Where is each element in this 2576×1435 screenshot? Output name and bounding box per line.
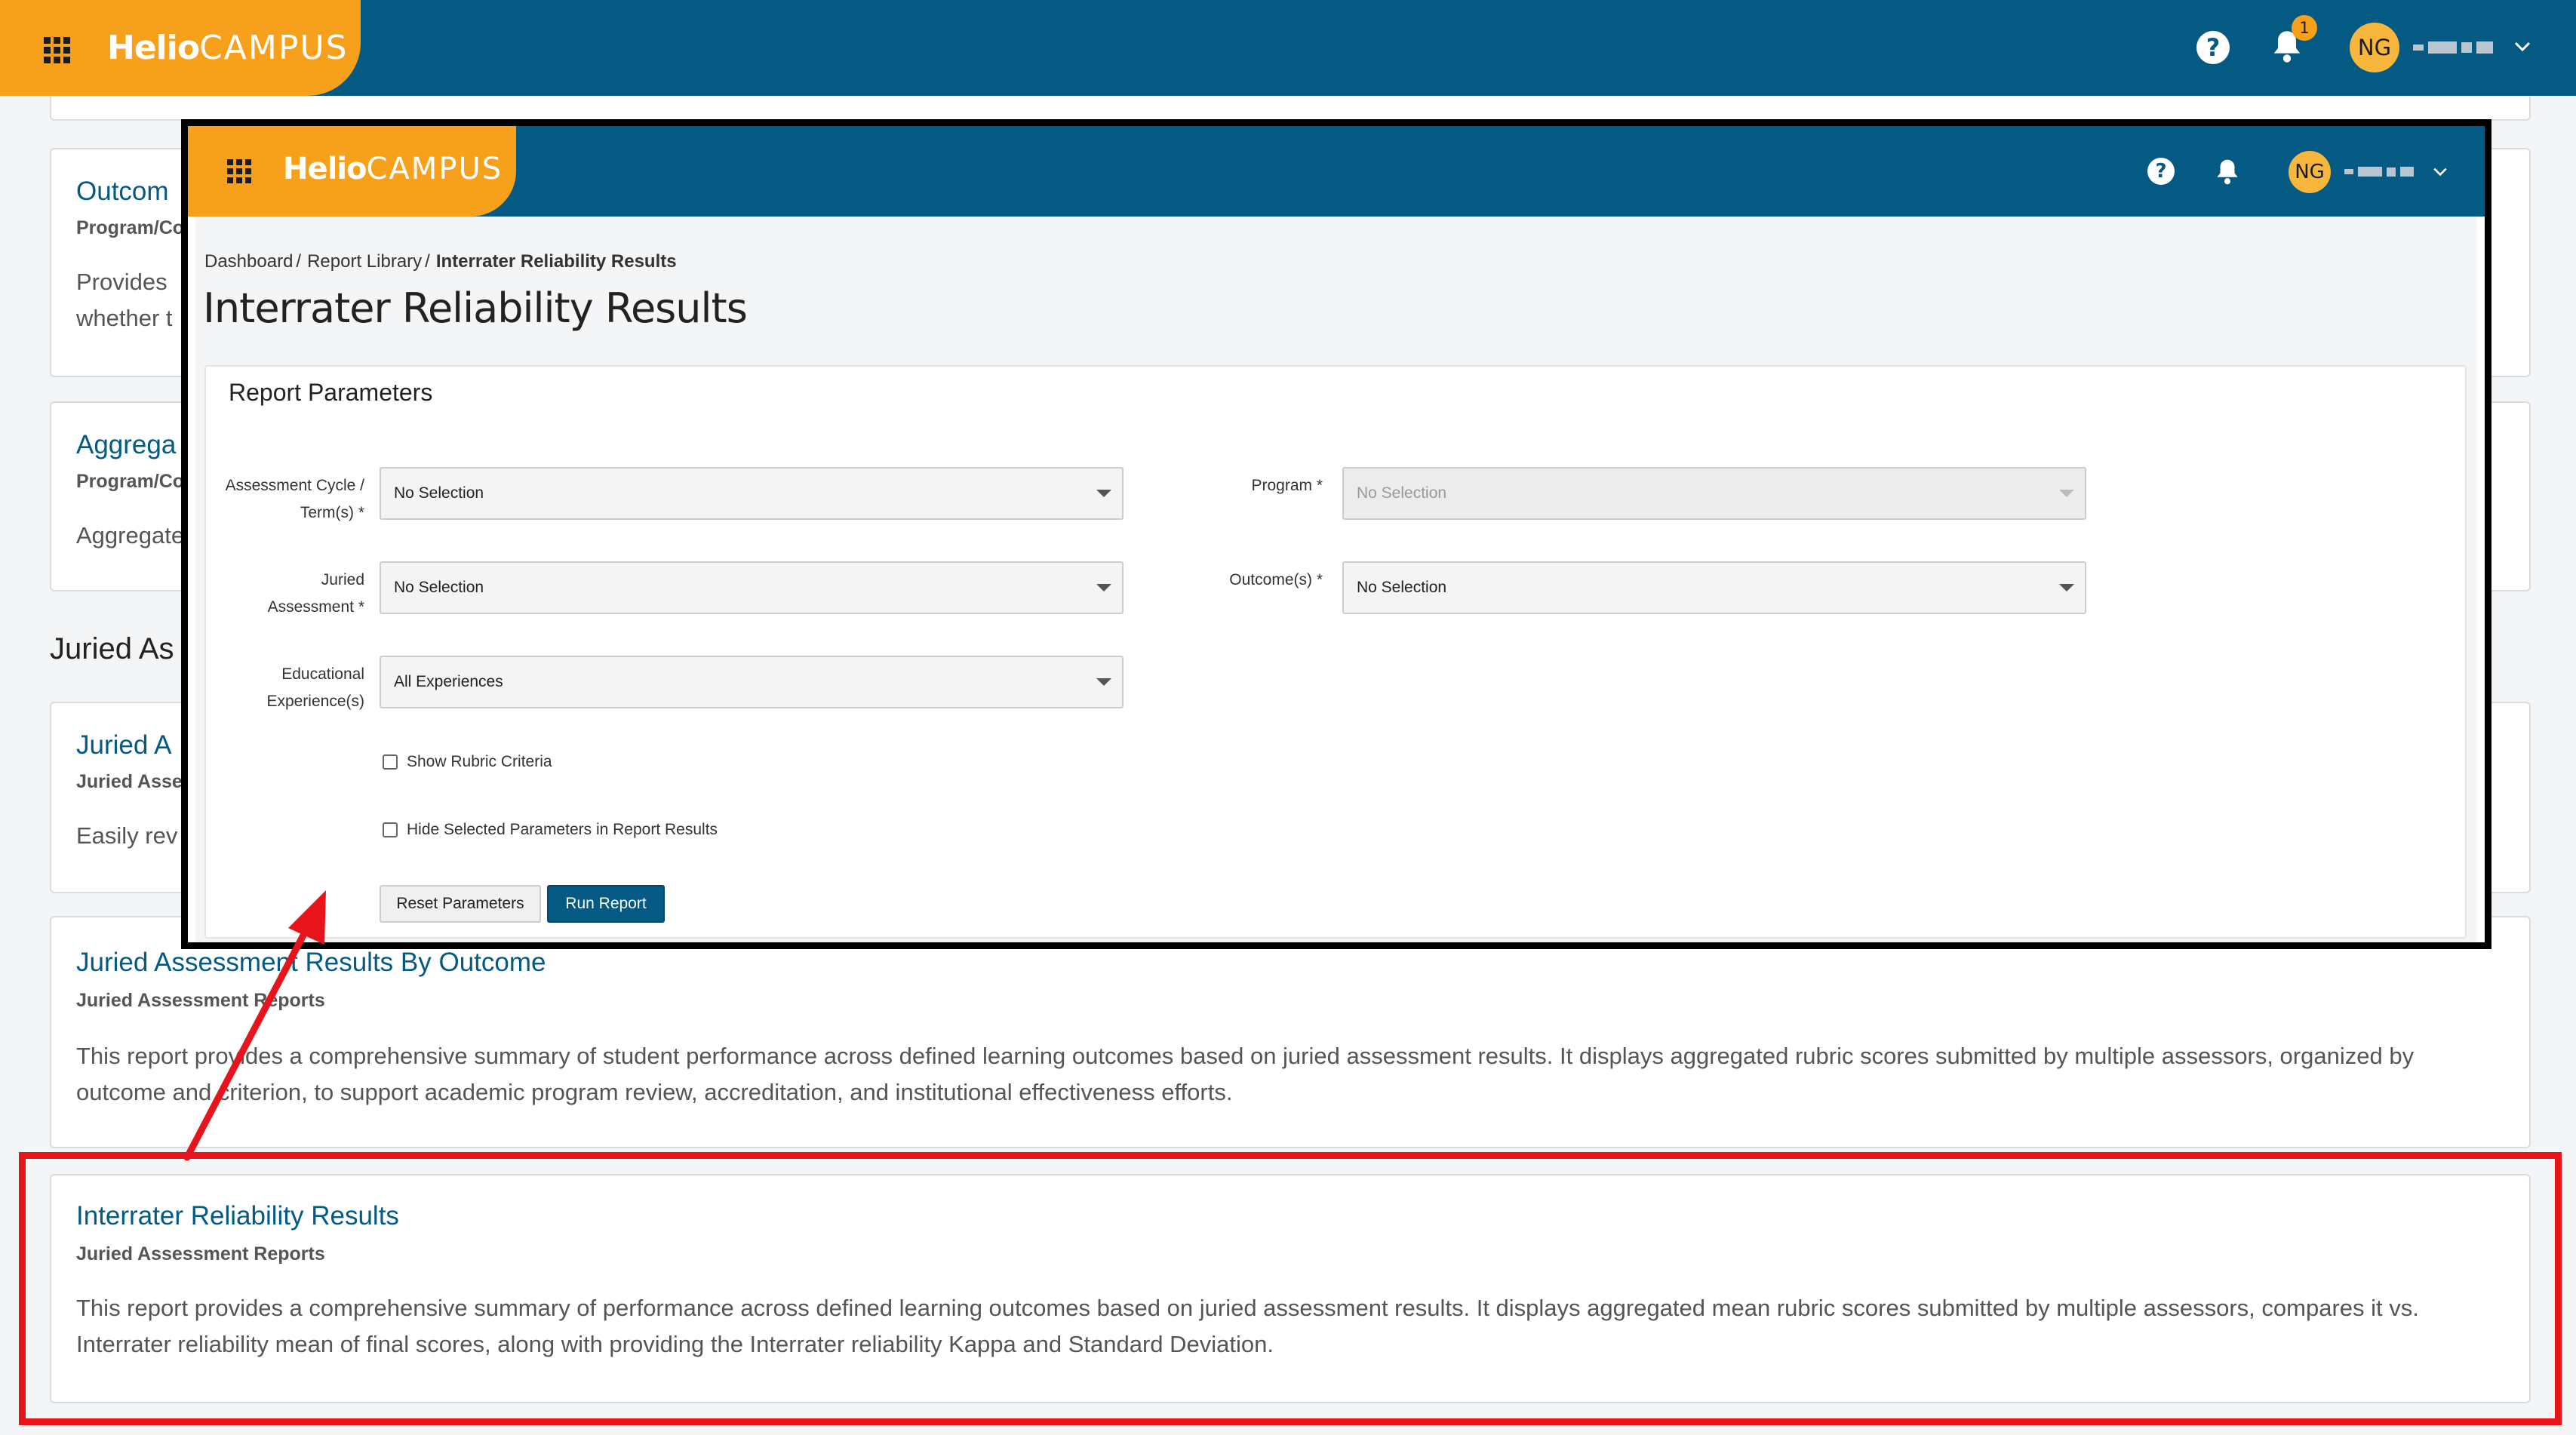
show-rubric-criteria-checkbox[interactable]: Show Rubric Criteria xyxy=(383,753,552,771)
report-card-title[interactable]: Aggrega xyxy=(76,430,176,460)
logo-text-campus: CAMPUS xyxy=(199,29,349,67)
juried-assessment-label: Juried Assessment * xyxy=(206,567,364,621)
chevron-down-icon[interactable] xyxy=(2514,41,2531,52)
report-card-description: This report provides a comprehensive sum… xyxy=(76,1043,2415,1105)
report-card-category: Juried Asse xyxy=(76,771,183,792)
label-line: Program * xyxy=(1251,477,1323,494)
user-avatar[interactable]: NG xyxy=(2289,151,2331,193)
breadcrumb: Dashboard / Report Library / Interrater Reli… xyxy=(204,251,677,272)
brand-area: HelioCAMPUS xyxy=(0,0,361,96)
program-select[interactable]: No Selection xyxy=(1342,467,2086,520)
report-card-title[interactable]: Outcom xyxy=(76,177,169,207)
hide-selected-parameters-checkbox[interactable]: Hide Selected Parameters in Report Resul… xyxy=(383,821,718,839)
inset-top-navigation-bar: HelioCAMPUS ? NG xyxy=(188,126,2485,217)
user-avatar[interactable]: NG xyxy=(2350,23,2399,72)
select-value: No Selection xyxy=(394,484,484,502)
label-line: Term(s) * xyxy=(300,504,364,521)
logo-text-helio: Helio xyxy=(283,152,367,186)
panel-title: Report Parameters xyxy=(229,379,433,406)
label-line: Assessment * xyxy=(267,598,364,616)
assessment-cycle-label: Assessment Cycle / Term(s) * xyxy=(206,472,364,527)
report-card-outcome-partial[interactable] xyxy=(50,97,2531,121)
logo-text-campus: CAMPUS xyxy=(366,152,503,186)
label-line: Juried xyxy=(321,571,364,588)
helio-campus-logo[interactable]: HelioCAMPUS xyxy=(283,152,503,186)
apps-grid-icon[interactable] xyxy=(44,37,70,63)
report-parameters-panel: Report Parameters Assessment Cycle / Ter… xyxy=(204,365,2467,939)
select-value: No Selection xyxy=(1357,484,1447,502)
checkbox-box[interactable] xyxy=(383,822,398,837)
chevron-down-icon[interactable] xyxy=(2433,167,2448,177)
report-card-category: Program/Co xyxy=(76,471,185,492)
help-icon[interactable]: ? xyxy=(2147,158,2175,185)
educational-experience-label: Educational Experience(s) xyxy=(206,661,364,715)
report-card-category: Juried Assessment Reports xyxy=(76,990,325,1011)
breadcrumb-separator: / xyxy=(425,251,430,272)
helio-campus-logo[interactable]: HelioCAMPUS xyxy=(107,29,349,67)
dropdown-caret-icon xyxy=(1096,678,1111,686)
juried-assessment-select[interactable]: No Selection xyxy=(380,561,1124,614)
dropdown-caret-icon xyxy=(1096,490,1111,497)
report-card-title[interactable]: Juried A xyxy=(76,730,171,761)
apps-grid-icon[interactable] xyxy=(227,159,251,183)
section-heading-juried: Juried As xyxy=(50,632,174,665)
breadcrumb-current: Interrater Reliability Results xyxy=(435,251,677,272)
breadcrumb-report-library[interactable]: Report Library xyxy=(307,251,422,272)
top-navigation-bar: HelioCAMPUS ? 1 NG xyxy=(0,0,2576,96)
checkbox-label: Show Rubric Criteria xyxy=(407,753,552,770)
select-value: No Selection xyxy=(1357,579,1447,596)
label-line: Assessment Cycle / xyxy=(225,477,364,494)
program-label: Program * xyxy=(1187,472,1323,499)
select-value: All Experiences xyxy=(394,673,503,690)
dropdown-caret-icon xyxy=(2059,490,2074,497)
logo-text-helio: Helio xyxy=(107,29,200,67)
highlight-box xyxy=(19,1152,2562,1425)
label-line: Outcome(s) * xyxy=(1229,571,1323,588)
bell-icon[interactable] xyxy=(2215,158,2240,186)
inset-report-parameters-view: HelioCAMPUS ? NG Dashboard / Report Librar… xyxy=(181,119,2491,949)
run-report-button[interactable]: Run Report xyxy=(547,885,665,923)
label-line: Educational xyxy=(281,665,364,683)
report-card-results-by-outcome[interactable]: Juried Assessment Results By Outcome Jur… xyxy=(50,916,2531,1148)
dropdown-caret-icon xyxy=(1096,584,1111,592)
label-line: Experience(s) xyxy=(266,693,364,710)
checkbox-box[interactable] xyxy=(383,754,398,770)
breadcrumb-separator: / xyxy=(296,251,302,272)
redacted-user-name xyxy=(2344,167,2414,177)
report-card-category: Program/Co xyxy=(76,217,185,238)
dropdown-caret-icon xyxy=(2059,584,2074,592)
breadcrumb-dashboard[interactable]: Dashboard xyxy=(204,251,293,272)
select-value: No Selection xyxy=(394,579,484,596)
inset-page-body: Dashboard / Report Library / Interrater Reli… xyxy=(195,217,2477,942)
page-title: Interrater Reliability Results xyxy=(203,284,748,332)
redacted-user-name xyxy=(2413,41,2493,54)
outcomes-select[interactable]: No Selection xyxy=(1342,561,2086,614)
inset-brand-area: HelioCAMPUS xyxy=(188,126,516,217)
outcomes-label: Outcome(s) * xyxy=(1187,567,1323,594)
help-icon[interactable]: ? xyxy=(2196,31,2230,64)
checkbox-label: Hide Selected Parameters in Report Resul… xyxy=(407,821,718,838)
notification-badge: 1 xyxy=(2292,15,2317,41)
assessment-cycle-select[interactable]: No Selection xyxy=(380,467,1124,520)
report-card-title[interactable]: Juried Assessment Results By Outcome xyxy=(76,948,546,978)
reset-parameters-button[interactable]: Reset Parameters xyxy=(380,885,541,923)
educational-experience-select[interactable]: All Experiences xyxy=(380,656,1124,708)
